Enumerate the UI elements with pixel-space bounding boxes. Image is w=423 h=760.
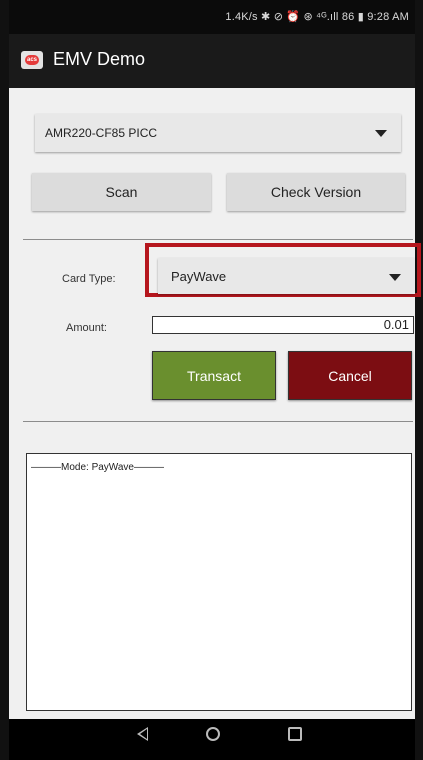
card-type-value: PayWave: [171, 269, 227, 284]
reader-select[interactable]: AMR220-CF85 PICC: [35, 114, 401, 152]
log-mode-line: ———Mode: PayWave———: [31, 462, 164, 473]
home-icon[interactable]: [206, 727, 220, 741]
check-version-button[interactable]: Check Version: [227, 173, 405, 211]
navigation-bar: [9, 719, 415, 760]
phone-bezel-right: [415, 0, 423, 760]
app-logo-text: acs: [25, 55, 39, 65]
dropdown-caret-icon: [389, 274, 401, 281]
log-output[interactable]: ———Mode: PayWave———: [26, 453, 412, 711]
status-bar: 1.4K/s ✱ ⊘ ⏰ ⊛ ⁴ᴳ.ıll 86 ▮ 9:28 AM: [9, 0, 415, 34]
app-bar: acs EMV Demo: [9, 34, 415, 88]
divider-bottom: [23, 421, 413, 422]
status-text: 1.4K/s ✱ ⊘ ⏰ ⊛ ⁴ᴳ.ıll 86 ▮ 9:28 AM: [225, 11, 409, 23]
divider-top: [23, 239, 413, 240]
scan-button[interactable]: Scan: [32, 173, 211, 211]
main-content: AMR220-CF85 PICC Scan Check Version Card…: [9, 88, 421, 719]
card-type-label: Card Type:: [62, 273, 116, 285]
reader-select-value: AMR220-CF85 PICC: [45, 126, 158, 140]
recent-apps-icon[interactable]: [288, 727, 302, 741]
card-type-select[interactable]: PayWave: [158, 258, 415, 294]
app-title: EMV Demo: [53, 49, 146, 69]
back-icon[interactable]: [137, 727, 148, 741]
amount-label: Amount:: [66, 322, 107, 334]
cancel-button[interactable]: Cancel: [288, 351, 412, 400]
app-logo-icon: acs: [21, 51, 43, 69]
screen: 1.4K/s ✱ ⊘ ⏰ ⊛ ⁴ᴳ.ıll 86 ▮ 9:28 AM acs E…: [0, 0, 423, 760]
phone-bezel-left: [0, 0, 9, 760]
transact-button[interactable]: Transact: [152, 351, 276, 400]
dropdown-caret-icon: [375, 130, 387, 137]
amount-input[interactable]: 0.01: [152, 316, 414, 334]
